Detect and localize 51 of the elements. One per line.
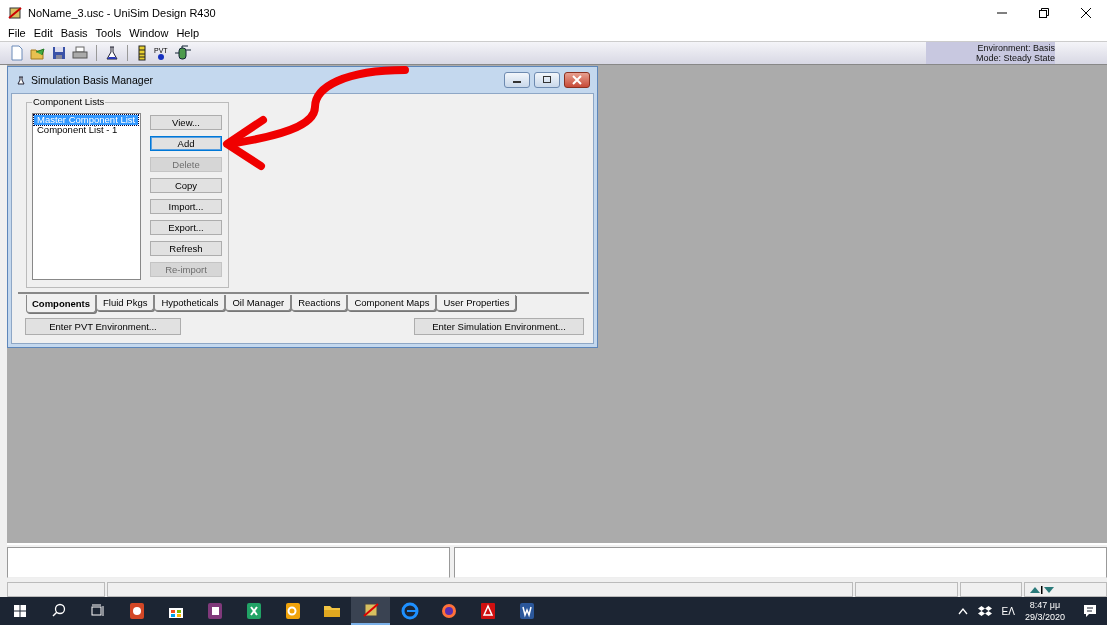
- environment-button[interactable]: Enter PVT Environment...: [25, 318, 181, 335]
- menu-item[interactable]: Window: [125, 27, 173, 39]
- action-button[interactable]: Add: [150, 136, 222, 151]
- tab[interactable]: Oil Manager: [225, 295, 292, 311]
- tab[interactable]: Reactions: [291, 295, 348, 311]
- menu-item[interactable]: Tools: [91, 27, 126, 39]
- environment-label: Environment: Basis: [976, 43, 1055, 53]
- minimize-icon[interactable]: [504, 72, 530, 88]
- tab[interactable]: Hypotheticals: [154, 295, 226, 311]
- action-button[interactable]: Export...: [150, 220, 222, 235]
- print-icon[interactable]: [72, 46, 88, 60]
- list-item[interactable]: Component List - 1: [34, 125, 121, 135]
- status-panel: [960, 582, 1022, 597]
- tab[interactable]: Fluid Pkgs: [96, 295, 155, 311]
- flask-icon[interactable]: [105, 46, 119, 60]
- clock[interactable]: 8:47 μμ 29/3/2020: [1024, 599, 1065, 623]
- date-label: 29/3/2020: [1024, 611, 1065, 623]
- tab[interactable]: Component Maps: [347, 295, 437, 311]
- close-icon[interactable]: [564, 72, 590, 88]
- language-indicator[interactable]: ΕΛ: [1001, 605, 1015, 617]
- close-icon[interactable]: [1080, 6, 1092, 19]
- open-folder-icon[interactable]: [30, 46, 46, 60]
- notification-icon[interactable]: [1083, 604, 1097, 618]
- browser-icon[interactable]: [399, 601, 420, 621]
- chevron-up-icon[interactable]: [957, 607, 968, 615]
- column-icon[interactable]: [136, 45, 148, 61]
- action-button[interactable]: View...: [150, 115, 222, 130]
- maximize-icon[interactable]: [534, 72, 560, 88]
- group-label: Component Lists: [32, 96, 106, 107]
- action-button[interactable]: Refresh: [150, 241, 222, 256]
- equipment-icon[interactable]: [173, 45, 192, 61]
- component-list[interactable]: Master Component List Component List - 1: [32, 113, 141, 280]
- action-button[interactable]: Copy: [150, 178, 222, 193]
- tab[interactable]: Components: [26, 295, 97, 313]
- mode-label: Mode: Steady State: [975, 53, 1055, 63]
- menu-item[interactable]: Basis: [56, 27, 92, 39]
- save-icon[interactable]: [52, 46, 66, 60]
- window-title: Simulation Basis Manager: [31, 74, 153, 86]
- action-button[interactable]: Import...: [150, 199, 222, 214]
- restore-icon[interactable]: [1038, 6, 1050, 19]
- menu-item[interactable]: File: [4, 27, 30, 39]
- app-icon: [8, 5, 22, 20]
- dot-icon: [157, 53, 164, 60]
- time-label: 8:47 μμ: [1029, 599, 1061, 611]
- environment-button[interactable]: Enter Simulation Environment...: [414, 318, 584, 335]
- menu-item[interactable]: Edit: [29, 27, 57, 39]
- window-title: NoName_3.usc - UniSim Design R430: [28, 6, 216, 19]
- up-down-arrows-icon[interactable]: [1029, 585, 1055, 594]
- flask-icon: [17, 75, 25, 85]
- menu-item[interactable]: Help: [172, 27, 204, 39]
- tab[interactable]: User Properties: [436, 295, 517, 311]
